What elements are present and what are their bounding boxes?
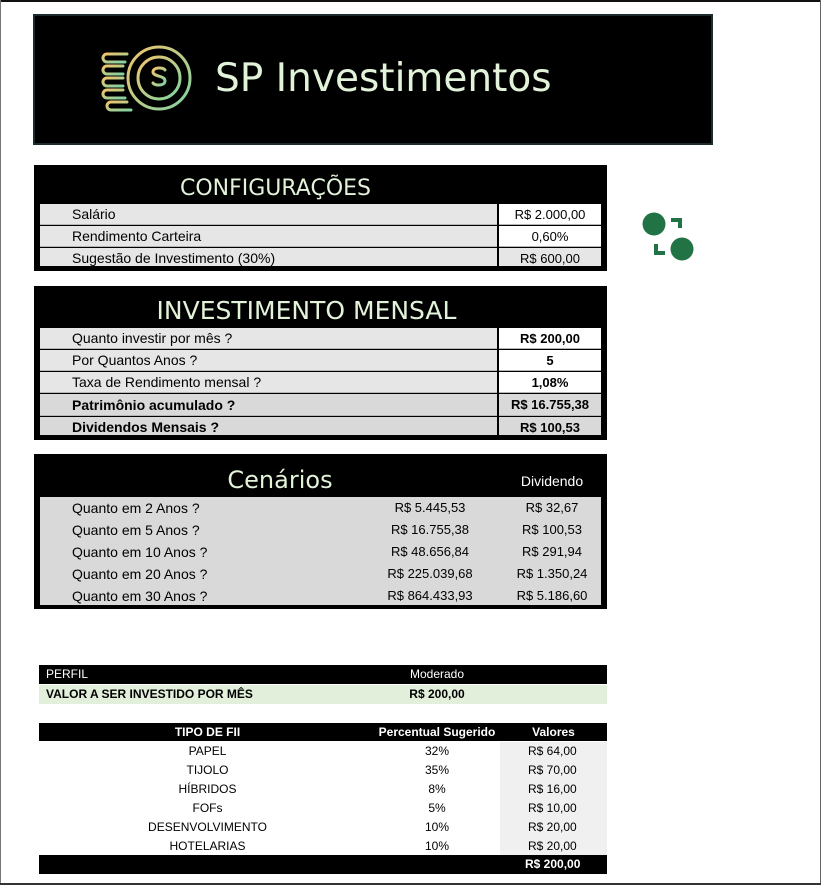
header-banner: SP Investimentos bbox=[33, 14, 713, 145]
fii-row: TIJOLO 35% R$ 70,00 bbox=[39, 761, 607, 780]
mensal-value[interactable]: R$ 200,00 bbox=[499, 328, 601, 349]
fii-tipo: DESENVOLVIMENTO bbox=[148, 820, 267, 834]
investimento-row-taxa: Taxa de Rendimento mensal ? 1,08% bbox=[40, 372, 601, 393]
fii-header-tipo: TIPO DE FII bbox=[174, 725, 241, 739]
cenario-row: Quanto em 20 Anos ? R$ 225.039,68 R$ 1.3… bbox=[40, 563, 601, 585]
fii-valor: R$ 20,00 bbox=[500, 837, 607, 856]
investimento-row-dividendos: Dividendos Mensais ? R$ 100,53 bbox=[40, 417, 601, 435]
cenario-label: Quanto em 10 Anos ? bbox=[72, 544, 208, 560]
invest-label: VALOR A SER INVESTIDO POR MÊS bbox=[46, 687, 253, 701]
fii-percentual: 32% bbox=[424, 744, 450, 758]
cenario-total: R$ 48.656,84 bbox=[390, 544, 470, 559]
fii-valor: R$ 70,00 bbox=[500, 761, 607, 780]
perfil-row: PERFIL Moderado bbox=[39, 665, 607, 684]
invest-value: R$ 200,00 bbox=[409, 687, 465, 701]
fii-percentual: 10% bbox=[424, 839, 450, 853]
investimento-panel: INVESTIMENTO MENSAL Quanto investir por … bbox=[34, 286, 607, 440]
fii-percentual: 8% bbox=[428, 782, 446, 796]
cenario-label: Quanto em 20 Anos ? bbox=[72, 566, 208, 582]
cenario-label: Quanto em 5 Anos ? bbox=[72, 522, 200, 538]
window-top-border bbox=[0, 0, 821, 2]
cenario-dividend: R$ 100,53 bbox=[522, 522, 582, 537]
config-title: CONFIGURAÇÕES bbox=[179, 176, 372, 201]
fii-valor: R$ 10,00 bbox=[500, 799, 607, 818]
cenario-total: R$ 16.755,38 bbox=[390, 522, 470, 537]
patrimonio-value: R$ 16.755,38 bbox=[499, 394, 601, 416]
cenario-row: Quanto em 5 Anos ? R$ 16.755,38 R$ 100,5… bbox=[40, 519, 601, 541]
fii-total-value: R$ 200,00 bbox=[525, 857, 581, 871]
anos-value[interactable]: 5 bbox=[499, 350, 601, 371]
fii-row: HÍBRIDOS 8% R$ 16,00 bbox=[39, 780, 607, 799]
investimento-title: INVESTIMENTO MENSAL bbox=[156, 296, 457, 325]
fii-row: FOFs 5% R$ 10,00 bbox=[39, 799, 607, 818]
fii-valor: R$ 64,00 bbox=[500, 742, 607, 761]
anos-label: Por Quantos Anos ? bbox=[40, 350, 497, 371]
fii-tipo: PAPEL bbox=[188, 744, 227, 758]
fii-tipo: HOTELARIAS bbox=[169, 839, 246, 853]
investimento-row-mensal: Quanto investir por mês ? R$ 200,00 bbox=[40, 328, 601, 349]
config-row-rendimento: Rendimento Carteira 0,60% bbox=[40, 226, 601, 247]
fii-percentual: 5% bbox=[428, 801, 446, 815]
fii-percentual: 35% bbox=[424, 763, 450, 777]
dividendos-value: R$ 100,53 bbox=[499, 417, 601, 435]
taxa-label: Taxa de Rendimento mensal ? bbox=[40, 372, 497, 393]
fii-row: PAPEL 32% R$ 64,00 bbox=[39, 742, 607, 761]
fii-tipo: TIJOLO bbox=[186, 763, 229, 777]
cenarios-panel: Cenários Dividendo Quanto em 2 Anos ? R$… bbox=[34, 454, 607, 609]
switch-arrows-icon[interactable] bbox=[640, 211, 696, 263]
cenario-total: R$ 864.433,93 bbox=[387, 588, 473, 603]
fii-valor: R$ 20,00 bbox=[500, 818, 607, 837]
app-title: SP Investimentos bbox=[215, 56, 552, 101]
fii-total-row: R$ 200,00 bbox=[39, 855, 607, 874]
investimento-row-patrimonio: Patrimônio acumulado ? R$ 16.755,38 bbox=[40, 394, 601, 416]
salario-value[interactable]: R$ 2.000,00 bbox=[499, 204, 601, 225]
cenarios-body: Quanto em 2 Anos ? R$ 5.445,53 R$ 32,67 … bbox=[40, 497, 601, 605]
fii-tipo: HÍBRIDOS bbox=[178, 782, 237, 796]
cenario-dividend: R$ 32,67 bbox=[525, 500, 579, 515]
fii-header-percentual: Percentual Sugerido bbox=[378, 725, 496, 739]
dividend-header: Dividendo bbox=[520, 473, 584, 489]
cenarios-title: Cenários bbox=[227, 466, 333, 494]
rendimento-label: Rendimento Carteira bbox=[40, 226, 497, 247]
sugestao-label: Sugestão de Investimento (30%) bbox=[40, 248, 497, 266]
fii-row: DESENVOLVIMENTO 10% R$ 20,00 bbox=[39, 818, 607, 837]
cenario-dividend: R$ 1.350,24 bbox=[516, 566, 588, 581]
investimento-row-anos: Por Quantos Anos ? 5 bbox=[40, 350, 601, 371]
perfil-value[interactable]: Moderado bbox=[359, 665, 515, 684]
window-left-border bbox=[0, 0, 1, 885]
cenario-label: Quanto em 2 Anos ? bbox=[72, 500, 200, 516]
cenario-total: R$ 5.445,53 bbox=[394, 500, 466, 515]
cenario-row: Quanto em 10 Anos ? R$ 48.656,84 R$ 291,… bbox=[40, 541, 601, 563]
sugestao-value: R$ 600,00 bbox=[499, 248, 601, 266]
perfil-table: PERFIL Moderado VALOR A SER INVESTIDO PO… bbox=[39, 665, 607, 705]
patrimonio-label: Patrimônio acumulado ? bbox=[40, 394, 497, 416]
salario-label: Salário bbox=[40, 204, 497, 225]
fii-header-valores: Valores bbox=[532, 725, 575, 739]
rendimento-value[interactable]: 0,60% bbox=[499, 226, 601, 247]
perfil-label: PERFIL bbox=[46, 667, 89, 681]
cenario-dividend: R$ 291,94 bbox=[522, 544, 582, 559]
fii-tipo: FOFs bbox=[192, 801, 223, 815]
fii-row: HOTELARIAS 10% R$ 20,00 bbox=[39, 837, 607, 856]
cenario-row: Quanto em 2 Anos ? R$ 5.445,53 R$ 32,67 bbox=[40, 497, 601, 519]
cenario-label: Quanto em 30 Anos ? bbox=[72, 588, 208, 604]
taxa-value[interactable]: 1,08% bbox=[499, 372, 601, 393]
fii-valor: R$ 16,00 bbox=[500, 780, 607, 799]
config-row-salario: Salário R$ 2.000,00 bbox=[40, 204, 601, 225]
config-panel: CONFIGURAÇÕES Salário R$ 2.000,00 Rendim… bbox=[34, 165, 607, 271]
dividendos-label: Dividendos Mensais ? bbox=[40, 417, 497, 435]
cenario-dividend: R$ 5.186,60 bbox=[516, 588, 588, 603]
fii-header-row: TIPO DE FII Percentual Sugerido Valores bbox=[39, 723, 607, 741]
config-row-sugestao: Sugestão de Investimento (30%) R$ 600,00 bbox=[40, 248, 601, 266]
cenario-row: Quanto em 30 Anos ? R$ 864.433,93 R$ 5.1… bbox=[40, 585, 601, 604]
fii-percentual: 10% bbox=[424, 820, 450, 834]
coin-dollar-icon bbox=[101, 45, 192, 112]
mensal-label: Quanto investir por mês ? bbox=[40, 328, 497, 349]
invest-row: VALOR A SER INVESTIDO POR MÊS R$ 200,00 bbox=[39, 685, 607, 704]
cenario-total: R$ 225.039,68 bbox=[387, 566, 473, 581]
